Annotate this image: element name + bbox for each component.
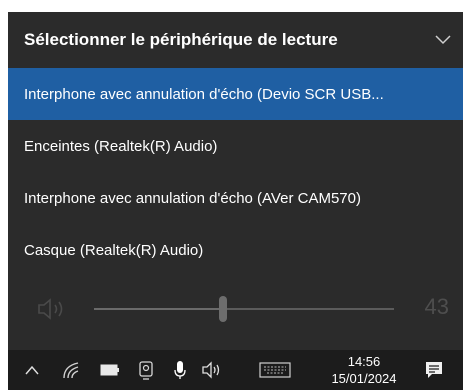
clock-date: 15/01/2024 — [331, 371, 397, 386]
microphone-icon[interactable] — [168, 358, 192, 382]
clock[interactable]: 14:56 15/01/2024 — [314, 350, 414, 390]
audio-device-flyout: Sélectionner le périphérique de lecture … — [8, 12, 463, 350]
slider-thumb[interactable] — [219, 296, 227, 322]
device-item-enceintes[interactable]: Enceintes (Realtek(R) Audio) — [8, 120, 463, 172]
device-item-casque[interactable]: Casque (Realtek(R) Audio) — [8, 224, 463, 276]
device-item-aver-cam570[interactable]: Interphone avec annulation d'écho (AVer … — [8, 172, 463, 224]
webcam-icon[interactable] — [134, 358, 158, 382]
chevron-down-icon[interactable] — [433, 30, 453, 50]
speaker-icon[interactable] — [36, 296, 70, 322]
device-label: Interphone avec annulation d'écho (Devio… — [24, 85, 384, 103]
volume-slider[interactable] — [94, 286, 394, 332]
clock-time: 14:56 — [347, 354, 381, 369]
taskbar: 14:56 15/01/2024 — [8, 350, 463, 390]
keyboard-icon[interactable] — [258, 358, 292, 382]
speaker-icon[interactable] — [200, 358, 224, 382]
slider-fill — [94, 308, 223, 310]
device-list: Interphone avec annulation d'écho (Devio… — [8, 68, 463, 276]
chevron-up-icon[interactable] — [20, 358, 44, 382]
device-label: Interphone avec annulation d'écho (AVer … — [24, 189, 361, 207]
volume-row: 43 — [8, 286, 463, 332]
notification-icon[interactable] — [422, 358, 446, 382]
flyout-title: Sélectionner le périphérique de lecture — [24, 30, 338, 49]
volume-value: 43 — [424, 294, 449, 319]
wifi-icon[interactable] — [60, 358, 84, 382]
device-label: Enceintes (Realtek(R) Audio) — [24, 137, 218, 155]
device-label: Casque (Realtek(R) Audio) — [24, 241, 204, 259]
flyout-header[interactable]: Sélectionner le périphérique de lecture — [8, 12, 463, 68]
device-item-devio-scr[interactable]: Interphone avec annulation d'écho (Devio… — [8, 68, 463, 120]
battery-icon[interactable] — [98, 358, 122, 382]
